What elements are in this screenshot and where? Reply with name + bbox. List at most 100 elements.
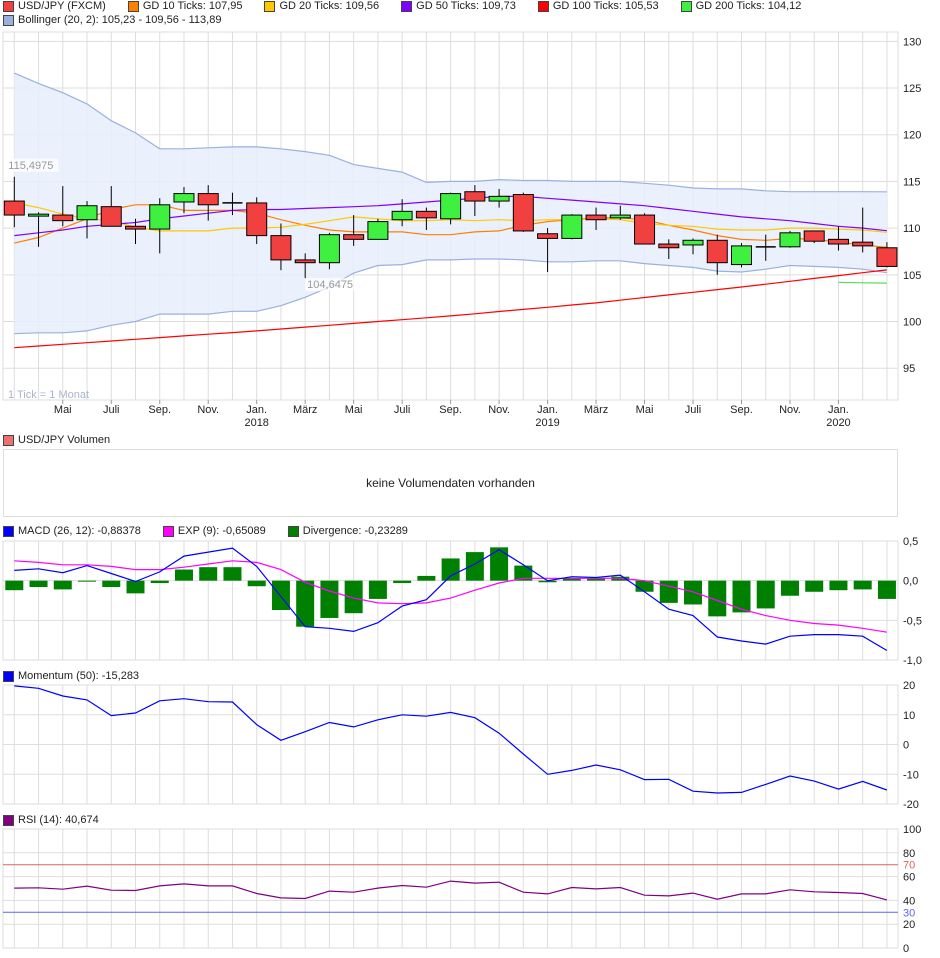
candle-down [52, 214, 74, 222]
legend-label: GD 100 Ticks: 105,53 [552, 0, 659, 12]
legend-swatch [3, 14, 14, 26]
candle-up [28, 213, 50, 217]
main-legend: USD/JPY (FXCM) GD 10 Ticks: 107,95 GD 20… [3, 0, 801, 12]
legend-label: Bollinger (20, 2): 105,23 - 109,56 - 113… [18, 14, 222, 26]
y-tick-label: 125 [903, 83, 921, 95]
legend-item-gd50[interactable]: GD 50 Ticks: 109,73 [401, 0, 516, 12]
x-year-label: 2020 [826, 417, 850, 429]
divergence-bar [53, 580, 72, 590]
candle-down [537, 233, 559, 239]
legend-swatch [127, 0, 139, 12]
legend-swatch [162, 525, 174, 537]
legend-label: MACD (26, 12): -0,88378 [18, 525, 141, 537]
moving-average-line [838, 281, 887, 284]
x-tick-label: Nov. [779, 404, 801, 416]
rsi-panel: 100 80 60 40 20 0 70 30 [2, 824, 921, 955]
candle-up [682, 239, 704, 246]
y-tick-label: 100 [903, 824, 921, 836]
divergence-bar [877, 580, 896, 599]
divergence-bar [5, 580, 24, 591]
macd-legend: MACD (26, 12): -0,88378 EXP (9): -0,6508… [3, 525, 408, 537]
candle-up [173, 193, 195, 203]
x-tick-label: Juli [103, 404, 120, 416]
candle-down [827, 238, 849, 245]
legend-swatch [3, 0, 14, 12]
price-panel: 95 100 105 110 115 120 125 130 115,4975 104,6475 1… [2, 31, 921, 429]
x-tick-label: Sep. [148, 404, 171, 416]
y-tick-label: 20 [903, 919, 915, 931]
legend-item-bollinger[interactable]: Bollinger (20, 2): 105,23 - 109,56 - 113… [3, 14, 221, 26]
legend-item-rsi[interactable]: RSI (14): 40,674 [3, 814, 99, 826]
momentum-panel: 20 10 0 -10 -20 [2, 680, 919, 811]
volume-legend: USD/JPY Volumen [3, 434, 110, 446]
legend-swatch [401, 0, 413, 12]
candle-down [246, 202, 268, 237]
candle-down [852, 241, 874, 247]
candle-down [3, 200, 25, 216]
y-tick-label: 40 [903, 895, 915, 907]
legend-label: Divergence: -0,23289 [302, 525, 408, 537]
divergence-bar [465, 552, 484, 581]
legend-item-gd10[interactable]: GD 10 Ticks: 107,95 [127, 0, 243, 12]
divergence-bar [756, 580, 775, 609]
legend-item-gd100[interactable]: GD 100 Ticks: 105,53 [537, 0, 659, 12]
legend-swatch [3, 814, 14, 826]
candle-down [415, 210, 437, 219]
y-tick-label: 0,5 [903, 536, 918, 548]
candle-down [803, 230, 825, 242]
legend-item-divergence[interactable]: Divergence: -0,23289 [287, 525, 408, 537]
legend-item-exp[interactable]: EXP (9): -0,65089 [162, 525, 266, 537]
divergence-bar [490, 547, 509, 581]
x-tick-label: Jan. [246, 404, 267, 416]
candle-up [731, 245, 752, 266]
divergence-bar [417, 575, 436, 581]
candle-down [197, 193, 219, 206]
y-tick-label: 0,0 [903, 576, 918, 588]
divergence-bar [441, 558, 460, 581]
divergence-bar [344, 580, 363, 614]
legend-swatch [3, 434, 14, 446]
divergence-bar [199, 567, 218, 581]
divergence-bar [271, 580, 290, 611]
divergence-bar [684, 580, 703, 605]
legend-item-usdjpy[interactable]: USD/JPY (FXCM) [3, 0, 106, 12]
candle-up [779, 232, 801, 248]
bollinger-legend: Bollinger (20, 2): 105,23 - 109,56 - 113… [3, 14, 221, 26]
candle-down [270, 235, 292, 261]
y-tick-label: 10 [903, 710, 915, 722]
x-tick-label: Mai [345, 404, 363, 416]
legend-item-momentum[interactable]: Momentum (50): -15,283 [3, 670, 139, 682]
y-tick-label: 110 [903, 223, 921, 235]
price-annotation: 104,6475 [307, 279, 353, 291]
divergence-bar [320, 580, 339, 618]
candle-down [634, 214, 656, 245]
candle-up [149, 204, 171, 230]
divergence-bar [805, 580, 824, 592]
y-tick-label: 20 [903, 680, 915, 692]
candle-down [343, 234, 365, 240]
divergence-bar [29, 580, 48, 588]
candle-down [512, 194, 534, 232]
candle-down [100, 206, 122, 227]
legend-item-volume[interactable]: USD/JPY Volumen [3, 434, 110, 446]
legend-item-gd20[interactable]: GD 20 Ticks: 109,56 [264, 0, 379, 12]
divergence-bar [368, 580, 387, 599]
legend-label: GD 10 Ticks: 107,95 [142, 0, 243, 12]
candle-down [658, 243, 680, 249]
rsi-legend: RSI (14): 40,674 [3, 814, 99, 826]
y-tick-label: -0,5 [903, 615, 922, 627]
x-tick-label: März [293, 404, 317, 416]
y-tick-label: 0 [903, 740, 909, 752]
y-tick-label: 100 [903, 317, 921, 329]
candle-down [125, 225, 146, 230]
x-tick-label: Mai [636, 404, 654, 416]
volume-panel: keine Volumendaten vorhanden [3, 449, 898, 517]
candle-down [294, 259, 316, 264]
price-annotation: 115,4975 [8, 160, 53, 172]
divergence-bar [853, 580, 872, 590]
y-tick-label: 115 [903, 176, 921, 188]
x-tick-label: Juli [394, 404, 411, 416]
legend-item-macd[interactable]: MACD (26, 12): -0,88378 [3, 525, 141, 537]
legend-item-gd200[interactable]: GD 200 Ticks: 104,12 [680, 0, 801, 12]
tick-note: 1 Tick = 1 Monat [8, 389, 89, 401]
